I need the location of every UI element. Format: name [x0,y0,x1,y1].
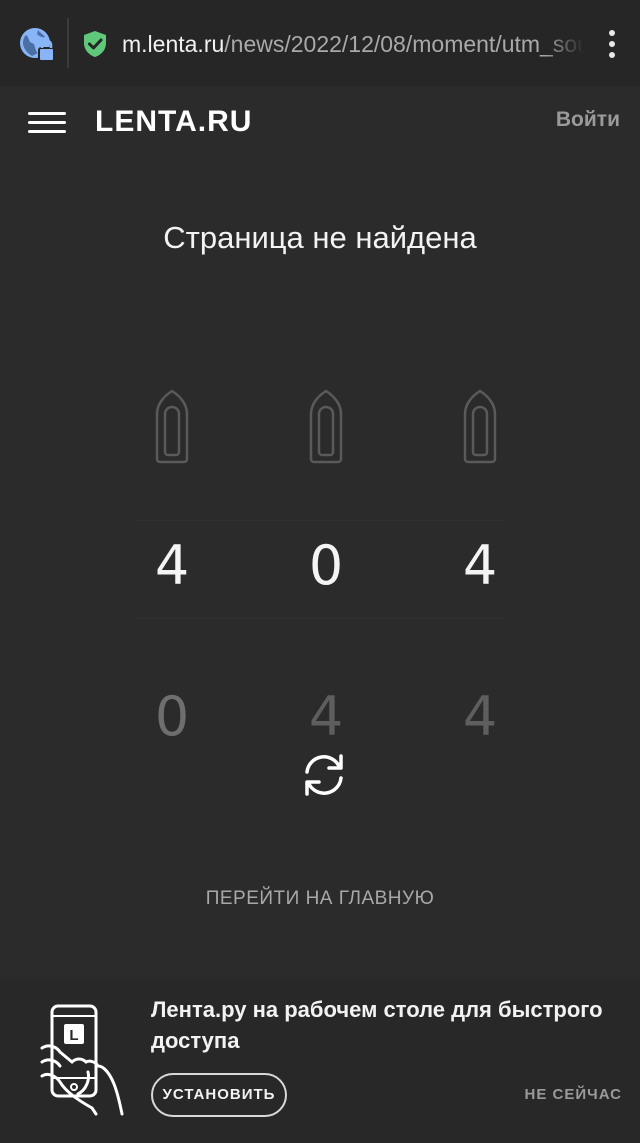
paperclip-icon [463,389,497,464]
phone-hand-icon: L [40,1004,124,1116]
hamburger-icon[interactable] [28,110,66,136]
url-fade [544,28,584,60]
login-link[interactable]: Войти [556,108,620,132]
home-link[interactable]: ПЕРЕЙТИ НА ГЛАВНУЮ [0,888,640,910]
paperclip-icon [309,389,343,464]
globe-lock-icon[interactable] [18,26,56,64]
reel-digit-current: 4 [154,534,190,597]
install-banner-text: Лента.ру на рабочем столе для быстрого д… [151,997,603,1053]
reel-digit-current: 0 [308,534,344,597]
url-host: m.lenta.ru [122,31,225,57]
not-now-button[interactable]: НЕ СЕЙЧАС [525,1086,622,1103]
page: m.lenta.ru/news/2022/12/08/moment/utm_so… [0,0,640,1143]
reel-digit-current: 4 [462,534,498,597]
site-logo[interactable]: LENTA.RU [95,102,252,142]
reel-divider [136,520,504,521]
refresh-icon[interactable] [298,749,350,801]
browser-bar: m.lenta.ru/news/2022/12/08/moment/utm_so… [0,0,640,86]
toolbar-divider [67,18,69,68]
reel-digit-next: 4 [308,685,344,744]
reel-divider [136,618,504,619]
url-bar[interactable]: m.lenta.ru/news/2022/12/08/moment/utm_so… [122,28,584,60]
phone-letter: L [69,1027,78,1044]
kebab-menu-icon[interactable] [600,28,624,60]
page-title: Страница не найдена [163,220,477,255]
shield-check-icon[interactable] [82,30,108,58]
install-button[interactable]: УСТАНОВИТЬ [151,1073,287,1117]
url-path: /news/2022/12/08/moment/utm_source [224,31,584,57]
paperclip-icon [155,389,189,464]
reel-digit-next: 0 [154,685,190,744]
reel-digit-next: 4 [462,685,498,744]
